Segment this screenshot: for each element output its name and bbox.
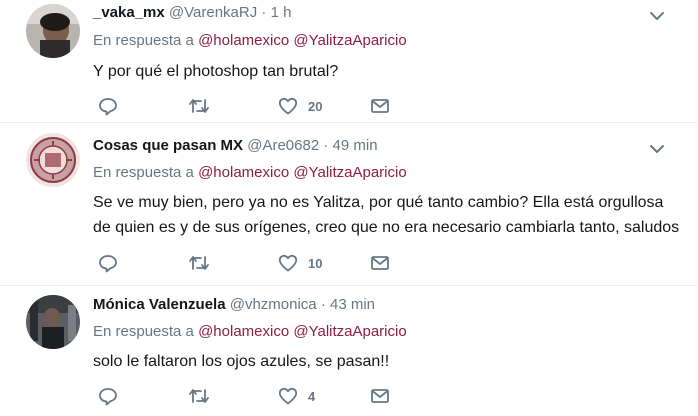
- reply-context: En respuesta a @holamexico @YalitzaApari…: [93, 323, 407, 340]
- reply-icon: [98, 253, 118, 273]
- retweet-button[interactable]: [188, 386, 210, 406]
- timestamp[interactable]: 1 h: [271, 4, 292, 21]
- avatar[interactable]: [26, 295, 80, 349]
- reply-icon: [98, 386, 118, 406]
- separator-dot: ·: [323, 137, 329, 154]
- mention-link[interactable]: @YalitzaAparicio: [293, 32, 406, 49]
- like-icon: [278, 386, 298, 406]
- mention-link[interactable]: @holamexico: [198, 32, 289, 49]
- tweet[interactable]: Mónica Valenzuela @vhzmonica · 43 min En…: [0, 286, 698, 416]
- avatar[interactable]: [26, 133, 80, 187]
- retweet-icon: [188, 253, 210, 273]
- separator-dot: ·: [320, 296, 326, 313]
- message-button[interactable]: [370, 253, 390, 273]
- tweet[interactable]: _vaka_mx @VarenkaRJ · 1 h En respuesta a…: [0, 0, 698, 123]
- like-count: 10: [308, 255, 323, 271]
- reply-prefix: En respuesta a: [93, 32, 194, 49]
- reply-prefix: En respuesta a: [93, 323, 194, 340]
- reply-context: En respuesta a @holamexico @YalitzaApari…: [93, 164, 407, 181]
- timestamp[interactable]: 43 min: [330, 296, 375, 313]
- like-button[interactable]: 20: [278, 96, 322, 116]
- display-name[interactable]: _vaka_mx: [93, 4, 165, 21]
- tweet-text: Se ve muy bien, pero ya no es Yalitza, p…: [93, 190, 683, 240]
- tweet-header: Mónica Valenzuela @vhzmonica · 43 min: [93, 296, 375, 313]
- reply-button[interactable]: [98, 253, 118, 273]
- chevron-down-icon[interactable]: [648, 140, 666, 158]
- tweet-text: solo le faltaron los ojos azules, se pas…: [93, 349, 683, 374]
- timestamp[interactable]: 49 min: [333, 137, 378, 154]
- like-icon: [278, 253, 298, 273]
- message-icon: [370, 253, 390, 273]
- message-icon: [370, 386, 390, 406]
- separator-dot: ·: [261, 4, 267, 21]
- retweet-icon: [188, 96, 210, 116]
- retweet-button[interactable]: [188, 253, 210, 273]
- chevron-down-icon[interactable]: [648, 7, 666, 25]
- reply-button[interactable]: [98, 386, 118, 406]
- tweet-text-line: Y por qué el photoshop tan brutal?: [93, 63, 339, 80]
- like-count: 20: [308, 98, 323, 114]
- user-handle[interactable]: @vhzmonica: [230, 296, 317, 313]
- reply-context: En respuesta a @holamexico @YalitzaApari…: [93, 32, 407, 49]
- retweet-button[interactable]: [188, 96, 210, 116]
- mention-link[interactable]: @holamexico: [198, 164, 289, 181]
- message-button[interactable]: [370, 386, 390, 406]
- mention-link[interactable]: @YalitzaAparicio: [293, 164, 406, 181]
- message-button[interactable]: [370, 96, 390, 116]
- like-icon: [278, 96, 298, 116]
- display-name[interactable]: Cosas que pasan MX: [93, 137, 243, 154]
- display-name[interactable]: Mónica Valenzuela: [93, 296, 226, 313]
- tweet[interactable]: Cosas que pasan MX @Are0682 · 49 min En …: [0, 123, 698, 286]
- message-icon: [370, 96, 390, 116]
- reply-icon: [98, 96, 118, 116]
- tweet-text-line: de quien es y de sus orígenes, creo que …: [93, 219, 680, 236]
- reply-button[interactable]: [98, 96, 118, 116]
- reply-prefix: En respuesta a: [93, 164, 194, 181]
- tweet-header: Cosas que pasan MX @Are0682 · 49 min: [93, 137, 378, 154]
- timeline: _vaka_mx @VarenkaRJ · 1 h En respuesta a…: [0, 0, 698, 416]
- avatar[interactable]: [26, 4, 80, 58]
- tweet-header: _vaka_mx @VarenkaRJ · 1 h: [93, 4, 291, 21]
- user-handle[interactable]: @Are0682: [247, 137, 319, 154]
- like-button[interactable]: 4: [278, 386, 315, 406]
- mention-link[interactable]: @YalitzaAparicio: [293, 323, 406, 340]
- mention-link[interactable]: @holamexico: [198, 323, 289, 340]
- user-handle[interactable]: @VarenkaRJ: [169, 4, 257, 21]
- tweet-actions: 4: [98, 386, 398, 406]
- tweet-text: Y por qué el photoshop tan brutal?: [93, 59, 683, 84]
- like-button[interactable]: 10: [278, 253, 322, 273]
- like-count: 4: [308, 388, 316, 404]
- retweet-icon: [188, 386, 210, 406]
- tweet-actions: 10: [98, 253, 398, 273]
- tweet-text-line: Se ve muy bien, pero ya no es Yalitza, p…: [93, 194, 664, 211]
- tweet-text-line: solo le faltaron los ojos azules, se pas…: [93, 353, 390, 370]
- tweet-actions: 20: [98, 96, 398, 116]
